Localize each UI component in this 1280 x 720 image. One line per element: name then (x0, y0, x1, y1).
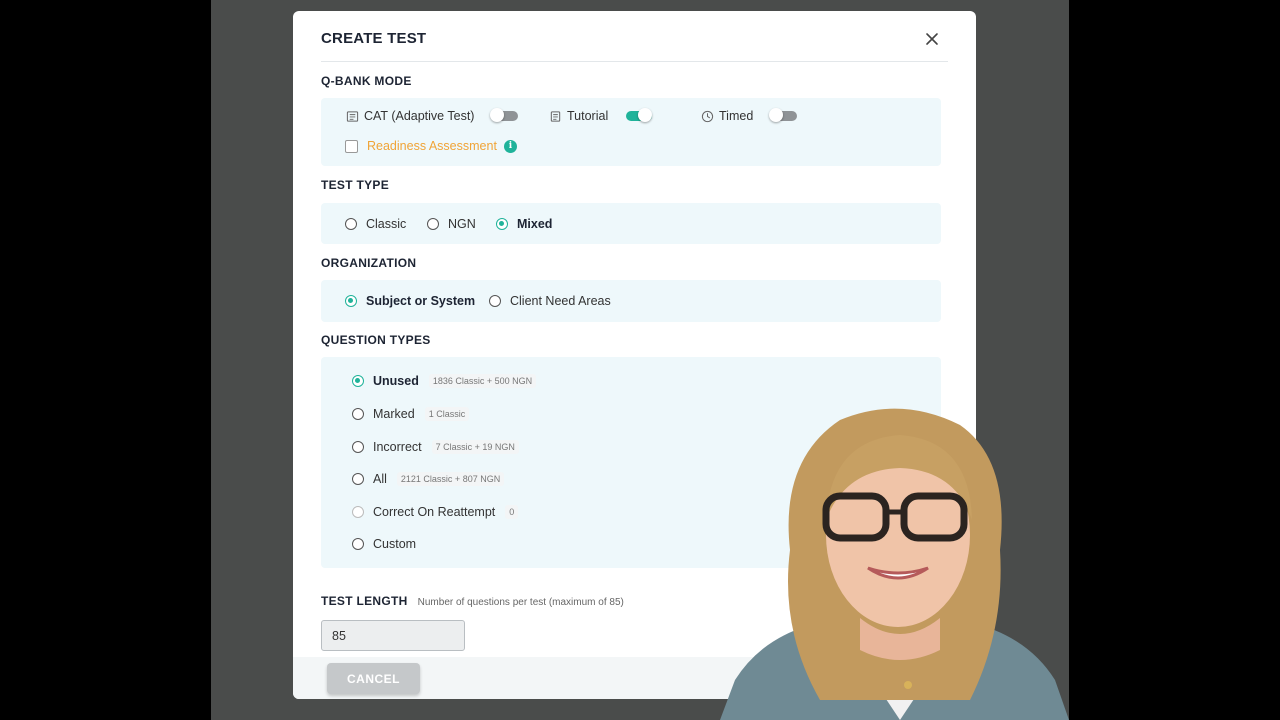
radio-button[interactable] (352, 375, 364, 387)
tutorial-toggle[interactable] (626, 108, 653, 122)
test-type-label: TEST TYPE (321, 178, 390, 192)
radio-button[interactable] (345, 295, 357, 307)
qtype-correct-on-reattempt[interactable]: Correct On Reattempt 0 (352, 505, 519, 519)
qbank-mode-label: Q-BANK MODE (321, 74, 412, 88)
count-badge: 1 Classic (424, 407, 470, 421)
option-label: NGN (448, 217, 476, 231)
option-label: Correct On Reattempt (373, 505, 496, 519)
test-type-ngn[interactable]: NGN (427, 217, 476, 231)
header-divider (321, 61, 948, 62)
qtype-all[interactable]: All 2121 Classic + 807 NGN (352, 472, 505, 486)
readiness-assessment[interactable]: Readiness Assessment i (345, 139, 517, 153)
option-label: Subject or System (366, 294, 476, 308)
radio-button[interactable] (352, 441, 364, 453)
mode-tutorial-label: Tutorial (567, 109, 609, 123)
count-badge: 0 (505, 505, 519, 519)
mode-tutorial: Tutorial (549, 108, 653, 123)
count-badge: 1836 Classic + 500 NGN (428, 374, 537, 388)
test-type-classic[interactable]: Classic (345, 217, 406, 231)
count-badge: 2121 Classic + 807 NGN (396, 472, 505, 486)
question-types-label: QUESTION TYPES (321, 333, 431, 347)
toggle-knob (769, 108, 784, 122)
radio-button[interactable] (496, 218, 508, 230)
mode-cat-label: CAT (Adaptive Test) (364, 109, 475, 123)
modal-title: CREATE TEST (321, 30, 427, 47)
test-length-hint: Number of questions per test (maximum of… (417, 597, 624, 608)
organization-panel: Subject or System Client Need Areas (321, 280, 941, 322)
radio-button[interactable] (352, 506, 364, 518)
toggle-knob (638, 108, 653, 122)
option-label: Marked (373, 407, 415, 421)
test-type-mixed[interactable]: Mixed (496, 217, 552, 231)
test-length-input[interactable] (321, 620, 465, 651)
toggle-knob (490, 108, 505, 122)
option-label: Custom (373, 537, 417, 551)
option-label: Classic (366, 217, 407, 231)
radio-button[interactable] (352, 538, 364, 550)
qtype-unused[interactable]: Unused 1836 Classic + 500 NGN (352, 374, 537, 388)
cat-toggle[interactable] (490, 108, 519, 122)
option-label: Client Need Areas (510, 294, 611, 308)
readiness-checkbox[interactable] (345, 139, 358, 153)
radio-button[interactable] (352, 408, 364, 420)
presenter-webcam-overlay (720, 408, 1069, 720)
mode-cat: CAT (Adaptive Test) (346, 108, 519, 123)
organization-label: ORGANIZATION (321, 256, 417, 270)
timer-icon (701, 110, 714, 122)
org-client-need-areas[interactable]: Client Need Areas (489, 294, 611, 308)
info-icon[interactable]: i (503, 139, 517, 153)
option-label: Unused (373, 374, 419, 388)
option-label: Incorrect (373, 440, 422, 454)
test-length-title: TEST LENGTH (321, 594, 408, 608)
count-badge: 7 Classic + 19 NGN (431, 440, 519, 454)
radio-button[interactable] (345, 218, 357, 230)
radio-button[interactable] (427, 218, 439, 230)
qbank-mode-panel: CAT (Adaptive Test) Tutorial Timed Readi… (321, 98, 941, 166)
cancel-button[interactable]: CANCEL (327, 663, 420, 694)
close-icon[interactable] (922, 29, 942, 49)
timed-toggle[interactable] (769, 108, 798, 122)
adaptive-test-icon (346, 110, 359, 122)
radio-button[interactable] (352, 473, 364, 485)
test-length-label: TEST LENGTH Number of questions per test … (321, 594, 624, 608)
qtype-custom[interactable]: Custom (352, 537, 416, 551)
test-type-panel: Classic NGN Mixed (321, 203, 941, 244)
radio-button[interactable] (489, 295, 501, 307)
qtype-marked[interactable]: Marked 1 Classic (352, 407, 470, 421)
readiness-label[interactable]: Readiness Assessment (367, 139, 497, 153)
option-label: All (373, 472, 387, 486)
tutorial-icon (550, 110, 561, 122)
mode-timed-label: Timed (719, 109, 754, 123)
option-label: Mixed (517, 217, 553, 231)
org-subject-or-system[interactable]: Subject or System (345, 294, 475, 308)
qtype-incorrect[interactable]: Incorrect 7 Classic + 19 NGN (352, 440, 519, 454)
mode-timed: Timed (701, 108, 798, 123)
